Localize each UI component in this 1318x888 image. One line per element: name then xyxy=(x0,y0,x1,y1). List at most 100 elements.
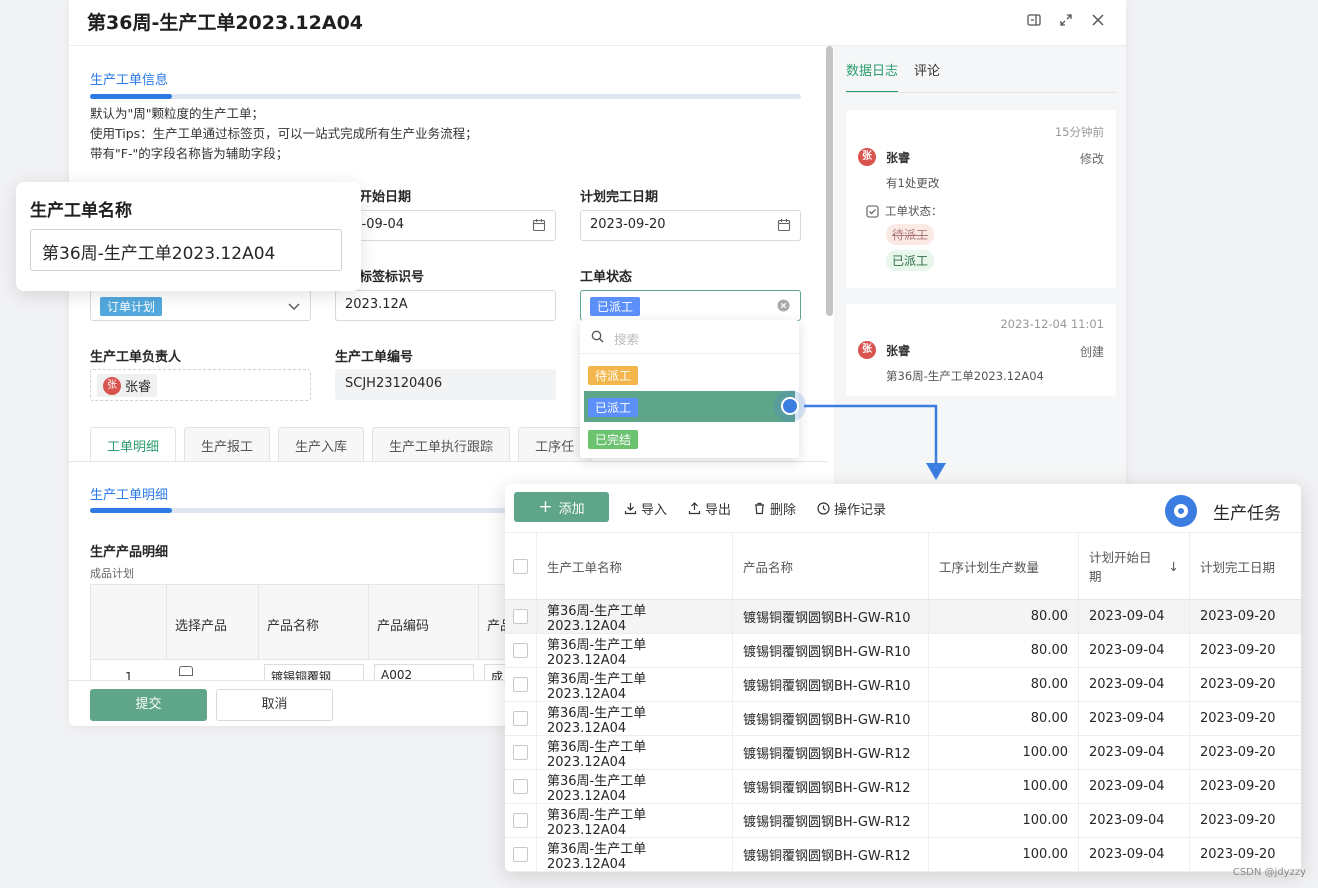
calendar-icon[interactable] xyxy=(532,218,546,232)
history-button[interactable]: 操作记录 xyxy=(817,499,886,518)
plan-type-select[interactable]: 订单计划 xyxy=(90,290,311,321)
log-action: 创建 xyxy=(1079,345,1104,359)
select-all-checkbox[interactable] xyxy=(513,558,528,574)
work-order-name-input[interactable]: 第36周-生产工单2023.12A04 xyxy=(30,229,342,271)
start-date-field[interactable]: 23-09-04 xyxy=(335,210,556,241)
section-progress-bar xyxy=(90,508,510,513)
history-label: 操作记录 xyxy=(834,503,887,518)
end-date-value: 2023-09-20 xyxy=(590,217,666,232)
table-row[interactable]: 第36周-生产工单2023.12A04 镀锡铜覆钢圆钢BH-GW-R12 100.0… xyxy=(505,736,1301,770)
column-header-sorted[interactable]: 计划开始日期 ↓ xyxy=(1079,533,1190,599)
option-tag: 待派工 xyxy=(588,366,639,385)
section-title-info: 生产工单信息 xyxy=(90,73,169,88)
product-table: 选择产品 产品名称 产品编码 产品 1 镀锡铜覆钢 A002 成 xyxy=(90,584,530,684)
plus-icon: + xyxy=(538,496,553,517)
table-cell: 2023-09-04 xyxy=(1079,736,1190,769)
task-toolbar: + 添加 导入 导出 删除 操作记录 生产任务 xyxy=(505,484,1301,532)
tab-data-log[interactable]: 数据日志 xyxy=(846,60,899,93)
table-cell: 2023-09-04 xyxy=(1079,634,1190,667)
name-callout: 生产工单名称 第36周-生产工单2023.12A04 xyxy=(16,182,361,291)
product-detail-title: 生产产品明细 xyxy=(90,545,169,560)
column-header[interactable]: 工序计划生产数量 xyxy=(929,533,1079,599)
modal-title: 第36周-生产工单2023.12A04 xyxy=(87,12,364,34)
dropdown-option-completed[interactable]: 已完结 xyxy=(584,423,795,454)
old-value-pill: 待派工 xyxy=(886,224,935,245)
tag-id-field[interactable]: 2023.12A xyxy=(335,290,556,321)
tab-report[interactable]: 生产报工 xyxy=(184,427,271,461)
log-summary: 有1处更改 xyxy=(886,176,940,190)
submit-button[interactable]: 提交 xyxy=(90,689,207,721)
add-label: 添加 xyxy=(558,501,585,517)
table-cell: 2023-09-20 xyxy=(1200,745,1276,760)
table-cell: 2023-09-20 xyxy=(1200,677,1276,692)
table-cell: 2023-09-04 xyxy=(1079,668,1190,701)
side-panel-icon[interactable] xyxy=(1026,12,1042,28)
table-cell: 2023-09-04 xyxy=(1079,702,1190,735)
table-row[interactable]: 第36周-生产工单2023.12A04 镀锡铜覆钢圆钢BH-GW-R12 100.0… xyxy=(505,838,1301,872)
chevron-down-icon[interactable] xyxy=(288,301,300,311)
section-progress-bar xyxy=(90,94,801,99)
table-row[interactable]: 第36周-生产工单2023.12A04 镀锡铜覆钢圆钢BH-GW-R12 100.0… xyxy=(505,804,1301,838)
callout-label: 生产工单名称 xyxy=(30,201,132,221)
table-cell: 第36周-生产工单2023.12A04 xyxy=(537,600,733,634)
cancel-button[interactable]: 取消 xyxy=(216,689,333,721)
scrollbar[interactable] xyxy=(826,46,833,316)
table-row[interactable]: 第36周-生产工单2023.12A04 镀锡铜覆钢圆钢BH-GW-R10 80.00… xyxy=(505,634,1301,668)
table-row[interactable]: 第36周-生产工单2023.12A04 镀锡铜覆钢圆钢BH-GW-R10 80.00… xyxy=(505,702,1301,736)
end-date-field[interactable]: 2023-09-20 xyxy=(580,210,801,241)
add-button[interactable]: + 添加 xyxy=(514,492,609,522)
row-checkbox[interactable] xyxy=(513,813,528,828)
row-checkbox[interactable] xyxy=(513,643,528,658)
dropdown-option-pending[interactable]: 待派工 xyxy=(584,359,795,390)
tab-warehouse[interactable]: 生产入库 xyxy=(278,427,365,461)
export-icon xyxy=(688,502,701,515)
dropdown-search-input[interactable]: 搜索 xyxy=(580,320,799,354)
close-icon[interactable] xyxy=(1090,12,1106,28)
description-line: 带有"F-"的字段名称皆为辅助字段； xyxy=(90,146,289,161)
new-value-pill: 已派工 xyxy=(886,250,935,271)
table-cell: 镀锡铜覆钢圆钢BH-GW-R10 xyxy=(733,600,929,633)
activity-tabs: 数据日志 评论 xyxy=(846,60,940,93)
log-action: 修改 xyxy=(1079,152,1104,166)
export-button[interactable]: 导出 xyxy=(688,499,731,518)
code-value: SCJH23120406 xyxy=(345,376,443,391)
status-select[interactable]: 已派工 xyxy=(580,290,801,321)
dropdown-option-dispatched[interactable]: 已派工 xyxy=(584,391,795,422)
table-row[interactable]: 第36周-生产工单2023.12A04 镀锡铜覆钢圆钢BH-GW-R12 100.0… xyxy=(505,770,1301,804)
column-header[interactable]: 计划完工日期 xyxy=(1190,533,1301,599)
row-checkbox[interactable] xyxy=(513,779,528,794)
log-card: 15分钟前 张 张睿 修改 有1处更改 工单状态： 待派工 已派工 xyxy=(846,110,1116,288)
table-cell: 镀锡铜覆钢圆钢BH-GW-R10 xyxy=(733,634,929,667)
row-checkbox[interactable] xyxy=(513,677,528,692)
table-cell: 100.00 xyxy=(929,770,1079,803)
description-line: 默认为"周"颗粒度的生产工单； xyxy=(90,106,264,121)
row-checkbox[interactable] xyxy=(513,745,528,760)
import-icon xyxy=(624,503,637,515)
column-header[interactable]: 生产工单名称 xyxy=(537,533,733,599)
log-summary: 第36周-生产工单2023.12A04 xyxy=(886,369,1044,383)
row-checkbox[interactable] xyxy=(513,711,528,726)
column-header-label: 计划开始日期 xyxy=(1089,550,1152,584)
row-checkbox[interactable] xyxy=(513,847,528,862)
product-select-icon[interactable] xyxy=(179,666,193,676)
calendar-icon[interactable] xyxy=(777,218,791,232)
row-select-cell xyxy=(505,770,537,803)
delete-button[interactable]: 删除 xyxy=(753,499,796,518)
column-header[interactable]: 产品名称 xyxy=(733,533,929,599)
delete-label: 删除 xyxy=(770,503,797,518)
expand-icon[interactable] xyxy=(1058,12,1074,28)
tab-work-detail[interactable]: 工单明细 xyxy=(90,427,177,461)
owner-field[interactable]: 张 张睿 xyxy=(90,369,311,401)
table-row[interactable]: 第36周-生产工单2023.12A04 镀锡铜覆钢圆钢BH-GW-R10 80.00… xyxy=(505,600,1301,634)
row-checkbox[interactable] xyxy=(513,609,528,624)
tab-divider xyxy=(69,461,827,462)
tab-divider xyxy=(846,92,1116,93)
tab-tracking[interactable]: 生产工单执行跟踪 xyxy=(372,427,511,461)
sort-arrow-icon[interactable]: ↓ xyxy=(1169,559,1179,574)
import-button[interactable]: 导入 xyxy=(624,499,667,518)
table-row[interactable]: 第36周-生产工单2023.12A04 镀锡铜覆钢圆钢BH-GW-R10 80.00… xyxy=(505,668,1301,702)
table-cell: 100.00 xyxy=(929,736,1079,769)
clear-icon[interactable] xyxy=(777,299,790,312)
log-user: 张 张睿 xyxy=(858,148,910,166)
tab-comments[interactable]: 评论 xyxy=(914,60,940,93)
